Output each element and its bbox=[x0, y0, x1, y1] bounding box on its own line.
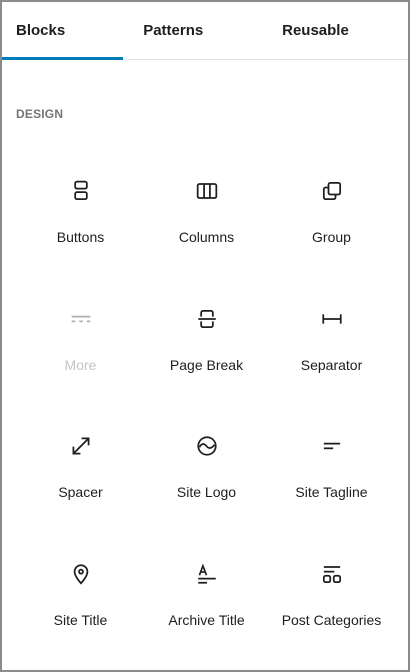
block-item-site-title[interactable]: Site Title bbox=[18, 560, 143, 630]
block-item-site-tagline[interactable]: Site Tagline bbox=[269, 432, 394, 502]
block-item-group[interactable]: Group bbox=[269, 177, 394, 247]
block-item-more: More bbox=[18, 305, 143, 375]
columns-icon bbox=[196, 183, 217, 199]
block-label: Site Tagline bbox=[295, 484, 368, 500]
inserter-tabs: Blocks Patterns Reusable bbox=[2, 2, 408, 60]
block-label: Columns bbox=[178, 229, 235, 245]
more-icon bbox=[71, 315, 90, 323]
spacer-icon bbox=[72, 437, 89, 455]
block-label: Buttons bbox=[56, 229, 105, 245]
section-title-design: DESIGN bbox=[16, 107, 64, 121]
buttons-icon bbox=[73, 180, 88, 201]
block-item-site-logo[interactable]: Site Logo bbox=[144, 432, 269, 502]
block-label: Page Break bbox=[169, 357, 244, 373]
block-label: Post Categories bbox=[281, 612, 382, 628]
block-inserter-panel: Blocks Patterns Reusable DESIGN Buttons … bbox=[0, 0, 410, 672]
tab-blocks[interactable]: Blocks bbox=[2, 2, 124, 60]
block-label: Spacer bbox=[58, 484, 103, 500]
block-item-columns[interactable]: Columns bbox=[144, 177, 269, 247]
group-icon bbox=[322, 181, 341, 201]
site-logo-icon bbox=[196, 436, 217, 456]
block-item-spacer[interactable]: Spacer bbox=[18, 432, 143, 502]
post-categories-icon bbox=[322, 566, 341, 584]
tab-reusable[interactable]: Reusable bbox=[223, 2, 408, 59]
separator-icon bbox=[321, 314, 342, 324]
block-label: Separator bbox=[300, 357, 363, 373]
tab-patterns[interactable]: Patterns bbox=[123, 2, 223, 59]
map-pin-icon bbox=[73, 564, 88, 585]
block-item-archive-title[interactable]: Archive Title bbox=[144, 560, 269, 630]
block-label: Site Logo bbox=[176, 484, 237, 500]
block-label: Archive Title bbox=[168, 612, 245, 628]
block-label: More bbox=[64, 357, 97, 373]
block-item-page-break[interactable]: Page Break bbox=[144, 305, 269, 375]
block-item-post-categories[interactable]: Post Categories bbox=[269, 560, 394, 630]
page-break-icon bbox=[197, 309, 216, 329]
block-item-buttons[interactable]: Buttons bbox=[18, 177, 143, 247]
site-tagline-icon bbox=[323, 442, 340, 450]
block-item-separator[interactable]: Separator bbox=[269, 305, 394, 375]
block-label: Site Title bbox=[53, 612, 108, 628]
block-label: Group bbox=[312, 229, 351, 245]
archive-title-icon bbox=[197, 563, 216, 584]
